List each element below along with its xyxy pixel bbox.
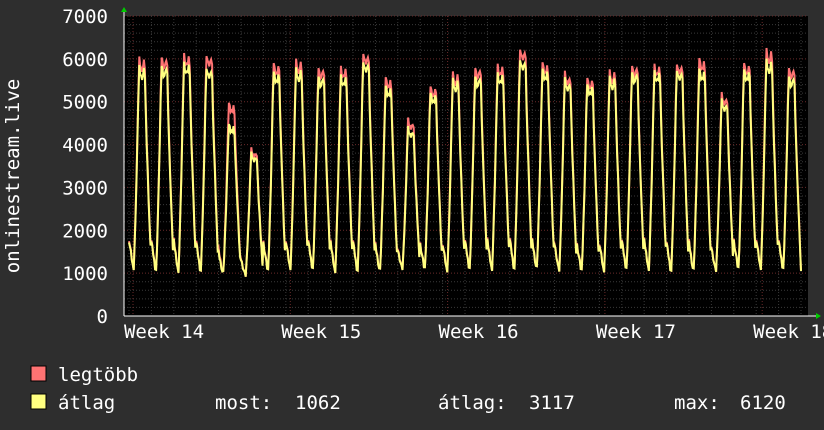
- x-tick-label: Week 14: [124, 321, 204, 343]
- stat-average-value: 3117: [529, 392, 575, 414]
- x-tick-label: Week 15: [281, 321, 361, 343]
- y-axis-label: onlinestream.live: [2, 79, 24, 273]
- y-tick-label: 5000: [62, 92, 108, 114]
- x-tick-label: Week 16: [439, 321, 519, 343]
- y-axis-arrow-icon: [121, 7, 127, 12]
- chart-canvas: 01000200030004000500060007000 Week 14 Wee…: [2, 6, 824, 414]
- legend: legtöbb átlag most: 1062 átlag: 3117 max…: [30, 364, 786, 414]
- y-tick-label: 2000: [62, 220, 108, 242]
- stat-max-label: max:: [674, 392, 720, 414]
- y-tick-label: 7000: [62, 6, 108, 28]
- legend-label-avg: átlag: [58, 392, 115, 414]
- stat-max-value: 6120: [740, 392, 786, 414]
- y-tick-label: 0: [97, 306, 108, 328]
- stat-current-label: most:: [215, 392, 272, 414]
- stat-current-value: 1062: [295, 392, 341, 414]
- x-tick-labels: Week 14 Week 15 Week 16 Week 17 Week 18: [124, 321, 824, 343]
- stat-average-label: átlag:: [438, 392, 507, 414]
- legend-swatch-avg: [30, 393, 47, 410]
- traffic-chart: 0 1000 2000 3000 4000 5000 6000 7000 Week 14 Wee…: [0, 0, 824, 430]
- legend-label-max: legtöbb: [58, 364, 138, 386]
- x-axis-arrow-icon: [816, 313, 821, 319]
- y-tick-label: 4000: [62, 135, 108, 157]
- x-tick-label: Week 18: [753, 321, 824, 343]
- y-tick-label: 6000: [62, 49, 108, 71]
- y-tick-labels: 0 1000 2000 3000 4000 5000 6000 7000: [62, 6, 108, 328]
- y-tick-label: 1000: [62, 263, 108, 285]
- x-tick-label: Week 17: [596, 321, 676, 343]
- legend-swatch-max: [30, 365, 47, 382]
- y-tick-label: 3000: [62, 177, 108, 199]
